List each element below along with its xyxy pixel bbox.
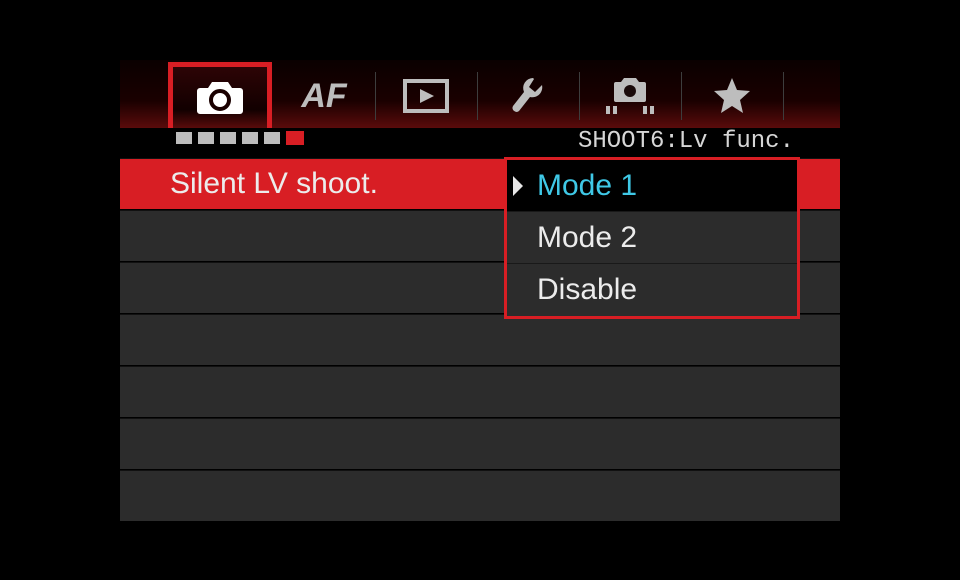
camera-icon — [195, 80, 245, 116]
option-mode-1[interactable]: Mode 1 — [507, 160, 797, 212]
play-icon — [403, 79, 449, 113]
menu-row-empty — [120, 366, 840, 418]
options-popup: Mode 1 Mode 2 Disable — [504, 157, 800, 319]
wrench-icon — [510, 76, 546, 116]
option-label: Mode 2 — [537, 221, 637, 255]
option-label: Disable — [537, 273, 637, 307]
tab-custom[interactable] — [582, 70, 678, 122]
page-subheader: SHOOT6:Lv func. — [120, 128, 840, 158]
menu-row-empty — [120, 314, 840, 366]
star-icon — [712, 77, 752, 115]
menu-row-selected[interactable]: Silent LV shoot. Mode 1 Mode 2 Disable — [120, 158, 840, 210]
tab-af[interactable]: AF — [276, 70, 372, 122]
camera-menu-screen: AF — [120, 60, 840, 540]
page-dot[interactable] — [176, 132, 192, 144]
option-disable[interactable]: Disable — [507, 264, 797, 316]
menu-row-empty — [120, 418, 840, 470]
tab-shoot[interactable] — [168, 62, 272, 128]
tab-playback[interactable] — [378, 70, 474, 122]
camera-dots-icon — [604, 76, 656, 116]
page-dot[interactable] — [264, 132, 280, 144]
menu-row-empty — [120, 470, 840, 522]
page-dot[interactable] — [242, 132, 258, 144]
page-dot[interactable] — [198, 132, 214, 144]
pagination-dots — [176, 132, 304, 145]
page-dot[interactable] — [220, 132, 236, 144]
option-label: Mode 1 — [537, 169, 637, 203]
option-mode-2[interactable]: Mode 2 — [507, 212, 797, 264]
tab-my-menu[interactable] — [684, 70, 780, 122]
menu-row-label: Silent LV shoot. — [170, 167, 378, 201]
af-label: AF — [301, 77, 346, 116]
menu-rows: Silent LV shoot. Mode 1 Mode 2 Disable — [120, 158, 840, 540]
page-dot-active[interactable] — [286, 131, 304, 145]
pointer-icon — [513, 176, 523, 196]
page-title: SHOOT6:Lv func. — [578, 128, 794, 155]
top-tab-bar: AF — [120, 60, 840, 128]
tab-setup[interactable] — [480, 70, 576, 122]
